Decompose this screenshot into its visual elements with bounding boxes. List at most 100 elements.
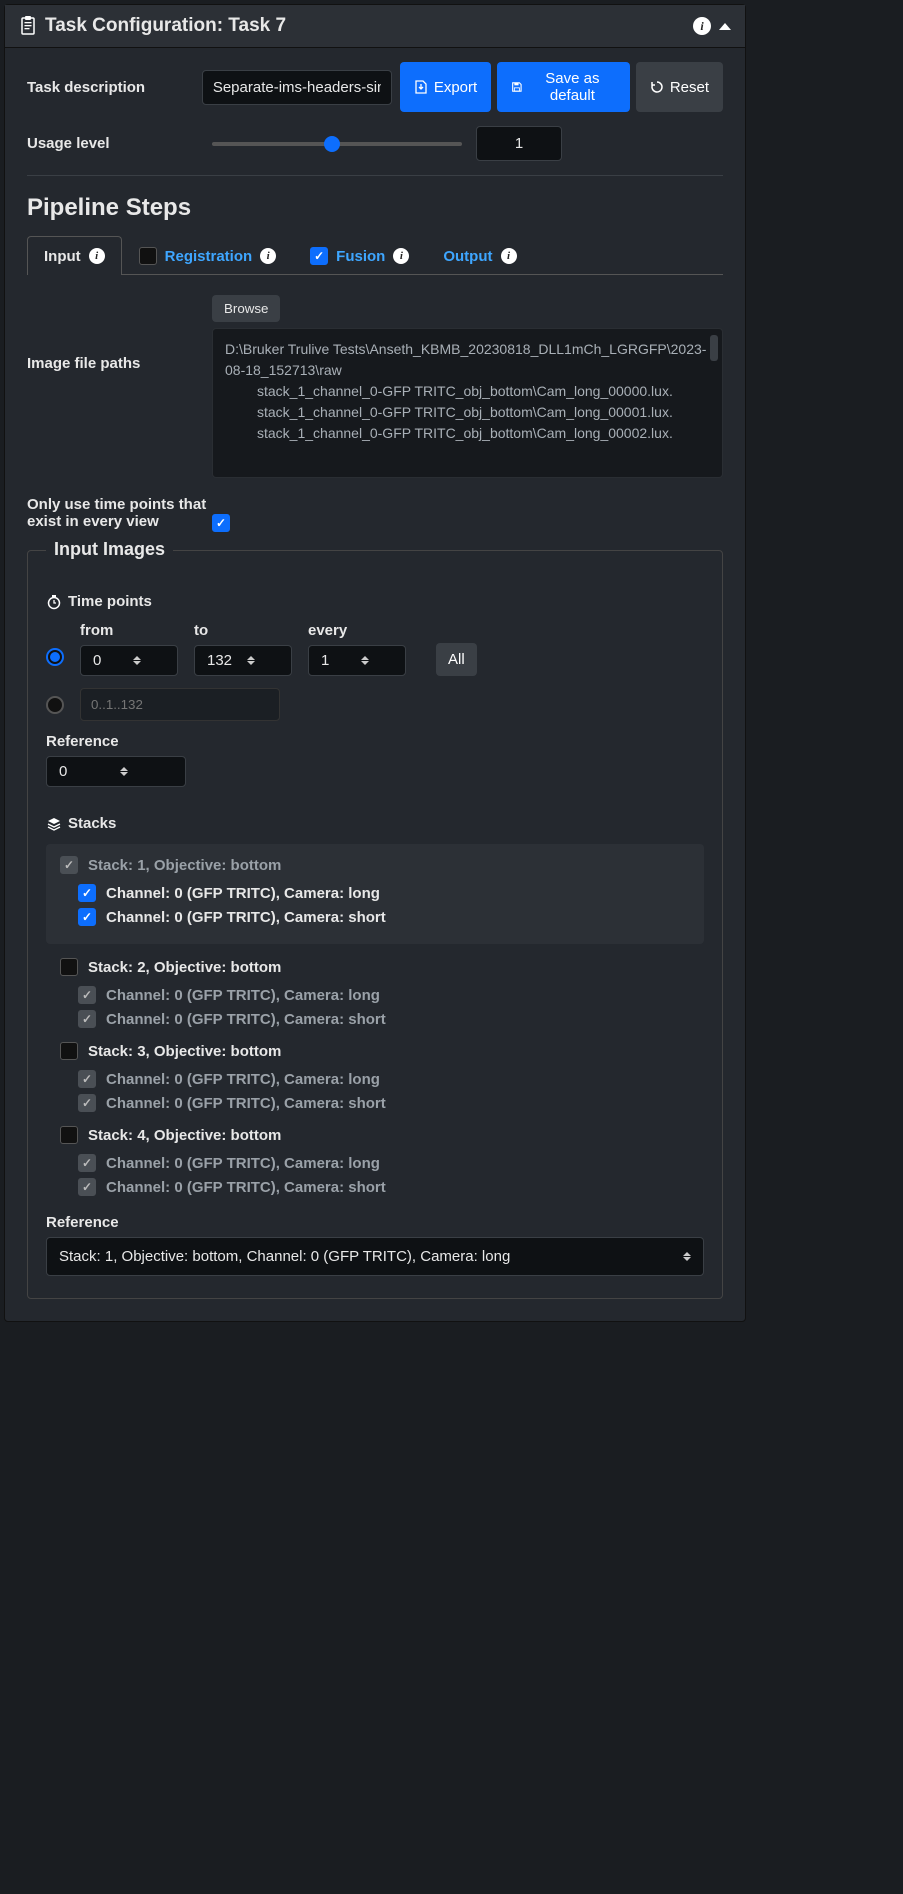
stacks-heading: Stacks [46, 815, 704, 832]
stack-header: Stack: 4, Objective: bottom [46, 1126, 704, 1144]
channel-label: Channel: 0 (GFP TRITC), Camera: long [106, 885, 380, 902]
info-icon[interactable]: i [501, 248, 517, 264]
channel-label: Channel: 0 (GFP TRITC), Camera: short [106, 1095, 386, 1112]
collapse-caret-icon[interactable] [719, 23, 731, 30]
stack-title: Stack: 3, Objective: bottom [88, 1043, 281, 1060]
timepoints-expr-row [46, 688, 704, 721]
stack-checkbox[interactable] [60, 1126, 78, 1144]
save-default-label: Save as default [529, 70, 616, 104]
info-icon[interactable]: i [693, 17, 711, 35]
stack-header: Stack: 1, Objective: bottom [60, 856, 690, 874]
only-timepoints-label: Only use time points that exist in every… [27, 496, 212, 530]
slider-thumb-icon[interactable] [324, 136, 340, 152]
input-images-legend: Input Images [46, 539, 173, 560]
channel-checkbox[interactable] [78, 1154, 96, 1172]
timepoints-expr-input[interactable] [80, 688, 280, 721]
tab-output[interactable]: Output i [426, 236, 533, 275]
channel-checkbox[interactable] [78, 884, 96, 902]
stack-group: Stack: 4, Objective: bottom Channel: 0 (… [46, 1126, 704, 1196]
usage-slider[interactable] [212, 142, 462, 146]
from-input[interactable]: 0 [80, 645, 178, 676]
channel-checkbox[interactable] [78, 1010, 96, 1028]
pipeline-tabs: Input i Registration i Fusion i Output i [27, 236, 723, 275]
tab-input[interactable]: Input i [27, 236, 122, 275]
stack-checkbox[interactable] [60, 856, 78, 874]
scrollbar-thumb[interactable] [710, 335, 718, 361]
clipboard-icon [19, 16, 37, 36]
channel-row: Channel: 0 (GFP TRITC), Camera: short [46, 1094, 704, 1112]
image-paths-row: Image file paths Browse D:\Bruker Truliv… [27, 295, 723, 478]
info-icon[interactable]: i [393, 248, 409, 264]
timepoints-heading: Time points [46, 593, 704, 610]
channel-checkbox[interactable] [78, 1178, 96, 1196]
image-paths-label: Image file paths [27, 295, 212, 372]
stack-title: Stack: 4, Objective: bottom [88, 1127, 281, 1144]
tab-registration-label: Registration [165, 248, 253, 265]
channel-label: Channel: 0 (GFP TRITC), Camera: short [106, 909, 386, 926]
stack-checkbox[interactable] [60, 1042, 78, 1060]
channel-row: Channel: 0 (GFP TRITC), Camera: short [46, 1178, 704, 1196]
every-label: every [308, 622, 406, 639]
timepoints-label: Time points [68, 593, 152, 610]
reset-label: Reset [670, 79, 709, 96]
only-timepoints-row: Only use time points that exist in every… [27, 496, 723, 532]
input-images-fieldset: Input Images Time points from 0 to 132 [27, 550, 723, 1299]
stack-reference-block: Reference Stack: 1, Objective: bottom, C… [46, 1214, 704, 1276]
layers-icon [46, 816, 62, 832]
save-icon [511, 80, 523, 94]
base-path: D:\Bruker Trulive Tests\Anseth_KBMB_2023… [225, 339, 710, 381]
channel-label: Channel: 0 (GFP TRITC), Camera: short [106, 1011, 386, 1028]
stack-header: Stack: 3, Objective: bottom [46, 1042, 704, 1060]
tab-input-label: Input [44, 248, 81, 265]
panel-body: Task description Export Save as default … [5, 48, 745, 1321]
task-buttons: Export Save as default Reset [400, 62, 723, 112]
export-button[interactable]: Export [400, 62, 491, 112]
channel-row: Channel: 0 (GFP TRITC), Camera: short [60, 908, 690, 926]
tab-fusion[interactable]: Fusion i [293, 236, 426, 275]
stack-title: Stack: 2, Objective: bottom [88, 959, 281, 976]
stack-checkbox[interactable] [60, 958, 78, 976]
timepoints-range-radio[interactable] [46, 648, 64, 666]
reset-button[interactable]: Reset [636, 62, 723, 112]
stack-reference-select[interactable]: Stack: 1, Objective: bottom, Channel: 0 … [46, 1237, 704, 1276]
fusion-checkbox[interactable] [310, 247, 328, 265]
channel-checkbox[interactable] [78, 1094, 96, 1112]
tab-output-label: Output [443, 248, 492, 265]
channel-row: Channel: 0 (GFP TRITC), Camera: short [46, 1010, 704, 1028]
channel-checkbox[interactable] [78, 1070, 96, 1088]
every-input[interactable]: 1 [308, 645, 406, 676]
channel-row: Channel: 0 (GFP TRITC), Camera: long [46, 1154, 704, 1172]
divider [27, 175, 723, 176]
channel-label: Channel: 0 (GFP TRITC), Camera: long [106, 987, 380, 1004]
task-description-input[interactable] [202, 70, 392, 105]
stacks-label: Stacks [68, 815, 116, 832]
usage-level-input[interactable] [476, 126, 562, 161]
browse-button[interactable]: Browse [212, 295, 280, 322]
to-input[interactable]: 132 [194, 645, 292, 676]
tab-registration[interactable]: Registration i [122, 236, 294, 275]
to-label: to [194, 622, 292, 639]
stack-group: Stack: 1, Objective: bottom Channel: 0 (… [46, 844, 704, 944]
info-icon[interactable]: i [89, 248, 105, 264]
all-button[interactable]: All [436, 643, 477, 676]
reference-tp-label: Reference [46, 733, 704, 750]
stack-reference-value: Stack: 1, Objective: bottom, Channel: 0 … [59, 1248, 510, 1265]
channel-row: Channel: 0 (GFP TRITC), Camera: long [60, 884, 690, 902]
paths-listbox[interactable]: D:\Bruker Trulive Tests\Anseth_KBMB_2023… [212, 328, 723, 478]
channel-checkbox[interactable] [78, 908, 96, 926]
channel-row: Channel: 0 (GFP TRITC), Camera: long [46, 986, 704, 1004]
channel-checkbox[interactable] [78, 986, 96, 1004]
reset-icon [650, 80, 664, 94]
only-timepoints-checkbox[interactable] [212, 514, 230, 532]
tab-fusion-label: Fusion [336, 248, 385, 265]
file-entry: stack_1_channel_0-GFP TRITC_obj_bottom\C… [225, 402, 710, 423]
reference-tp-input[interactable]: 0 [46, 756, 186, 787]
timepoints-expr-radio[interactable] [46, 696, 64, 714]
pipeline-title: Pipeline Steps [27, 194, 723, 222]
export-label: Export [434, 79, 477, 96]
info-icon[interactable]: i [260, 248, 276, 264]
registration-checkbox[interactable] [139, 247, 157, 265]
tab-content-input: Image file paths Browse D:\Bruker Truliv… [27, 275, 723, 1299]
save-default-button[interactable]: Save as default [497, 62, 630, 112]
task-description-row: Task description Export Save as default … [27, 62, 723, 112]
